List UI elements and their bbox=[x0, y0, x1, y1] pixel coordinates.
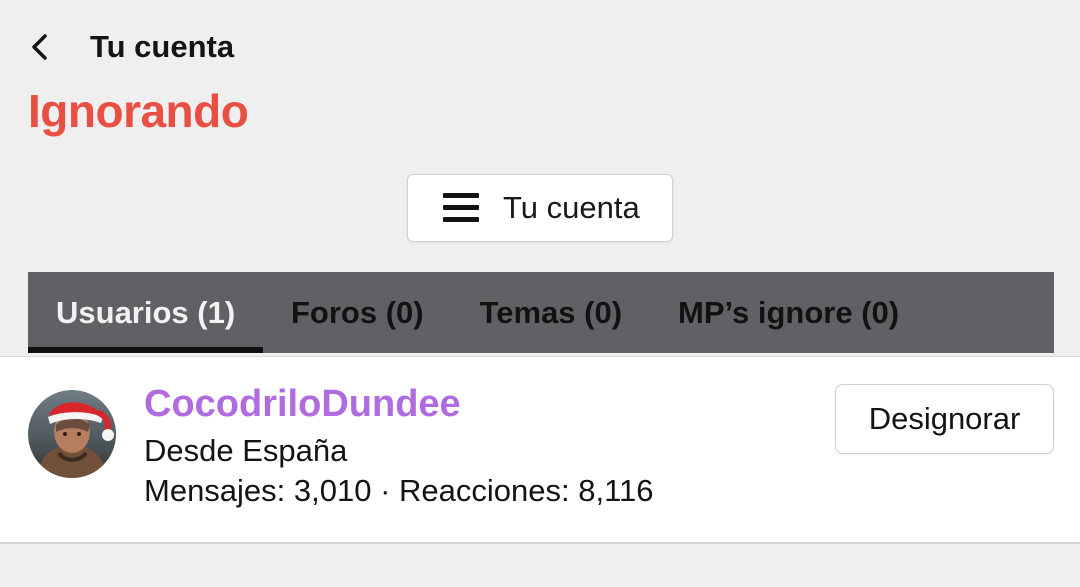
user-location: Desde España bbox=[144, 433, 348, 468]
account-menu-label: Tu cuenta bbox=[503, 190, 640, 225]
back-link-label[interactable]: Tu cuenta bbox=[90, 29, 234, 65]
account-menu-button[interactable]: Tu cuenta bbox=[407, 174, 673, 242]
user-stats: Mensajes: 3,010 · Reacciones: 8,116 bbox=[144, 473, 654, 508]
menu-icon bbox=[443, 191, 481, 225]
chevron-left-icon[interactable] bbox=[28, 22, 64, 72]
username-link[interactable]: CocodriloDundee bbox=[144, 383, 461, 426]
page-title: Ignorando bbox=[28, 85, 249, 137]
tab-mps-ignore[interactable]: MP’s ignore (0) bbox=[678, 272, 899, 353]
ignored-user-item: CocodriloDundee Desde España Mensajes: 3… bbox=[0, 356, 1080, 544]
tab-usuarios[interactable]: Usuarios (1) bbox=[28, 272, 263, 353]
tab-temas[interactable]: Temas (0) bbox=[480, 272, 622, 353]
back-navigation[interactable]: Tu cuenta bbox=[28, 22, 234, 72]
tab-foros[interactable]: Foros (0) bbox=[291, 272, 424, 353]
avatar[interactable] bbox=[28, 390, 116, 478]
ignore-tabs: Usuarios (1) Foros (0) Temas (0) MP’s ig… bbox=[28, 272, 1054, 353]
unignore-button[interactable]: Designorar bbox=[835, 384, 1054, 454]
